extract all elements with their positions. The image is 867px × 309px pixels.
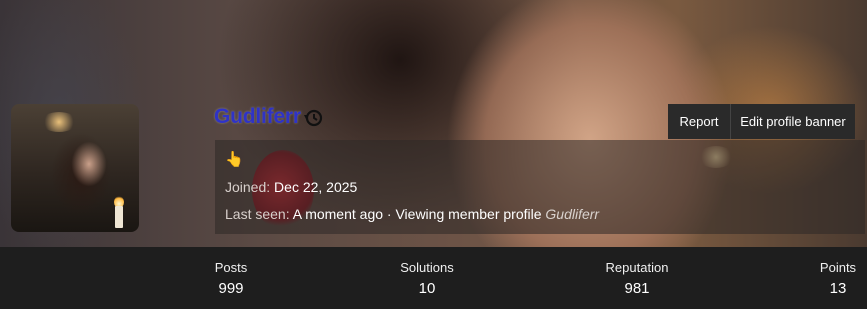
last-seen-value: A moment ago — [292, 206, 384, 222]
stat-label: Points — [819, 260, 857, 275]
joined-label: Joined: — [225, 179, 271, 195]
separator: · — [386, 206, 392, 222]
edit-profile-banner-button[interactable]: Edit profile banner — [730, 104, 855, 139]
stat-solutions[interactable]: Solutions 10 — [390, 260, 464, 299]
stat-posts[interactable]: Posts 999 — [201, 260, 261, 299]
last-seen-line: Last seen: A moment ago · Viewing member… — [225, 205, 599, 223]
last-seen-label: Last seen: — [225, 206, 290, 222]
activity-target-link[interactable]: Gudliferr — [545, 206, 599, 222]
joined-line: Joined: Dec 22, 2025 — [225, 178, 357, 196]
avatar-photo-detail — [41, 112, 77, 132]
avatar[interactable] — [11, 104, 139, 232]
activity-text: Viewing member profile — [395, 206, 542, 222]
stat-label: Solutions — [400, 260, 454, 275]
stat-value: 999 — [218, 280, 244, 297]
joined-date: Dec 22, 2025 — [274, 179, 358, 195]
status-emoji: 👆 — [225, 151, 244, 168]
stat-reputation[interactable]: Reputation 981 — [598, 260, 676, 299]
username[interactable]: Gudliferr — [214, 104, 301, 130]
stat-value: 981 — [624, 280, 650, 297]
profile-info-panel: 👆 Joined: Dec 22, 2025 Last seen: A mome… — [215, 140, 865, 234]
profile-actions: Report Edit profile banner — [668, 104, 855, 139]
stat-label: Posts — [214, 260, 248, 275]
report-button[interactable]: Report — [668, 104, 730, 139]
stats-bar: Posts 999 Solutions 10 Reputation 981 Po… — [0, 247, 867, 309]
stat-value: 13 — [829, 280, 847, 297]
stat-label: Reputation — [605, 260, 669, 275]
stat-points[interactable]: Points 13 — [812, 260, 864, 299]
avatar-photo-detail — [115, 206, 123, 228]
stat-value: 10 — [418, 280, 436, 297]
history-icon[interactable] — [303, 108, 323, 128]
